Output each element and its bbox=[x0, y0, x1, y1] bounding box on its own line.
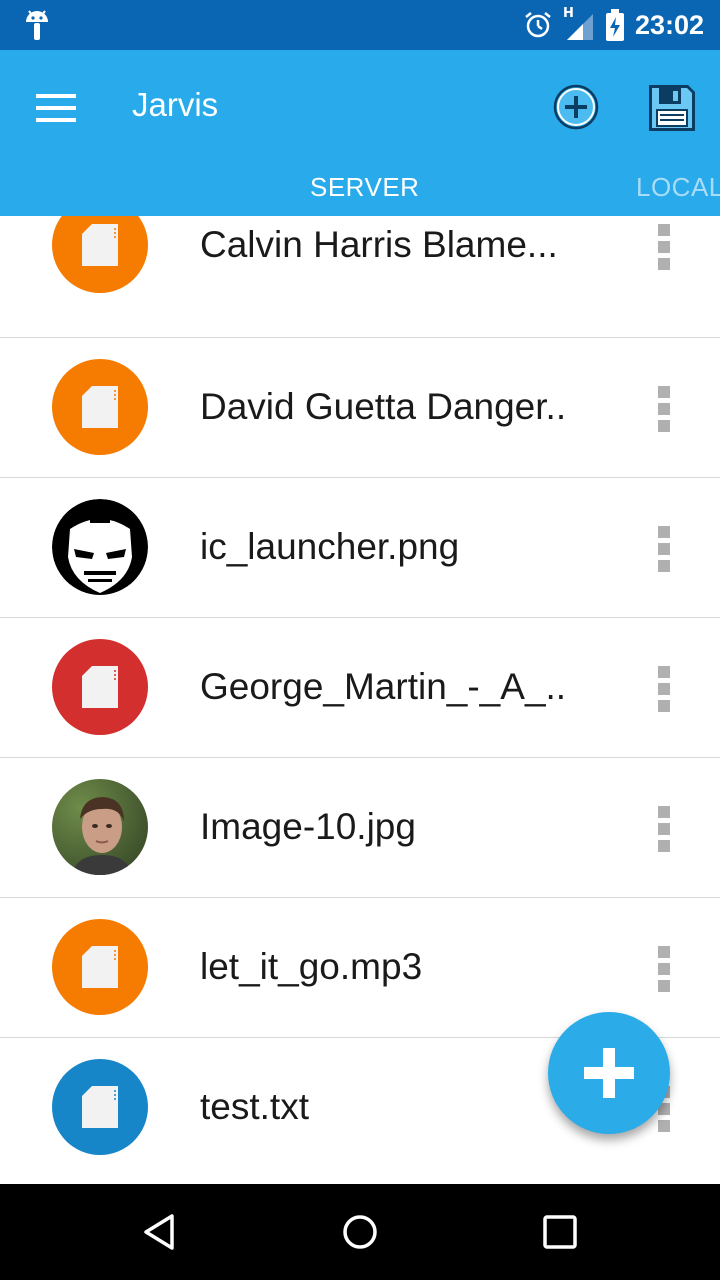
app-title: Jarvis bbox=[132, 86, 219, 123]
photo-thumbnail bbox=[52, 779, 148, 875]
status-bar: H 23:02 bbox=[0, 0, 720, 50]
file-icon bbox=[52, 1059, 148, 1155]
list-item[interactable]: ic_launcher.png bbox=[0, 478, 720, 618]
tab-server[interactable]: SERVER bbox=[310, 172, 419, 203]
file-icon bbox=[52, 359, 148, 455]
battery-charging-icon bbox=[605, 9, 624, 41]
navigation-bar bbox=[0, 1184, 720, 1280]
file-name: test.txt bbox=[200, 1086, 309, 1127]
file-icon bbox=[52, 216, 148, 293]
list-item[interactable]: Calvin Harris Blame... bbox=[0, 216, 720, 338]
alarm-icon bbox=[525, 12, 551, 38]
back-icon[interactable] bbox=[140, 1212, 180, 1252]
home-icon[interactable] bbox=[340, 1212, 380, 1252]
save-icon[interactable] bbox=[646, 82, 698, 134]
menu-icon[interactable] bbox=[36, 94, 76, 122]
list-item[interactable]: George_Martin_-_A_.. bbox=[0, 618, 720, 758]
more-options-icon[interactable] bbox=[654, 386, 674, 432]
more-options-icon[interactable] bbox=[654, 224, 674, 270]
list-item[interactable]: Image-10.jpg bbox=[0, 758, 720, 898]
more-options-icon[interactable] bbox=[654, 946, 674, 992]
more-options-icon[interactable] bbox=[654, 666, 674, 712]
add-fab-button[interactable] bbox=[548, 1012, 670, 1134]
list-item[interactable]: David Guetta Danger.. bbox=[0, 338, 720, 478]
android-icon bbox=[26, 10, 48, 40]
tab-local[interactable]: LOCAL bbox=[636, 172, 720, 203]
file-name: George_Martin_-_A_.. bbox=[200, 666, 567, 707]
status-icons: H 23:02 bbox=[523, 0, 704, 50]
file-icon bbox=[52, 919, 148, 1015]
more-options-icon[interactable] bbox=[654, 526, 674, 572]
signal-icon: H bbox=[563, 6, 595, 42]
status-time: 23:02 bbox=[634, 9, 704, 40]
app-bar: Jarvis SERVER LOCAL bbox=[0, 50, 720, 216]
recents-icon[interactable] bbox=[540, 1212, 580, 1252]
file-name: Image-10.jpg bbox=[200, 806, 416, 847]
more-options-icon[interactable] bbox=[654, 806, 674, 852]
file-name: ic_launcher.png bbox=[200, 526, 460, 567]
file-name: let_it_go.mp3 bbox=[200, 946, 423, 987]
file-icon bbox=[52, 639, 148, 735]
file-name: Calvin Harris Blame... bbox=[200, 224, 558, 265]
iron-man-thumbnail bbox=[52, 499, 148, 595]
add-circle-icon[interactable] bbox=[552, 83, 600, 131]
file-name: David Guetta Danger.. bbox=[200, 386, 567, 427]
